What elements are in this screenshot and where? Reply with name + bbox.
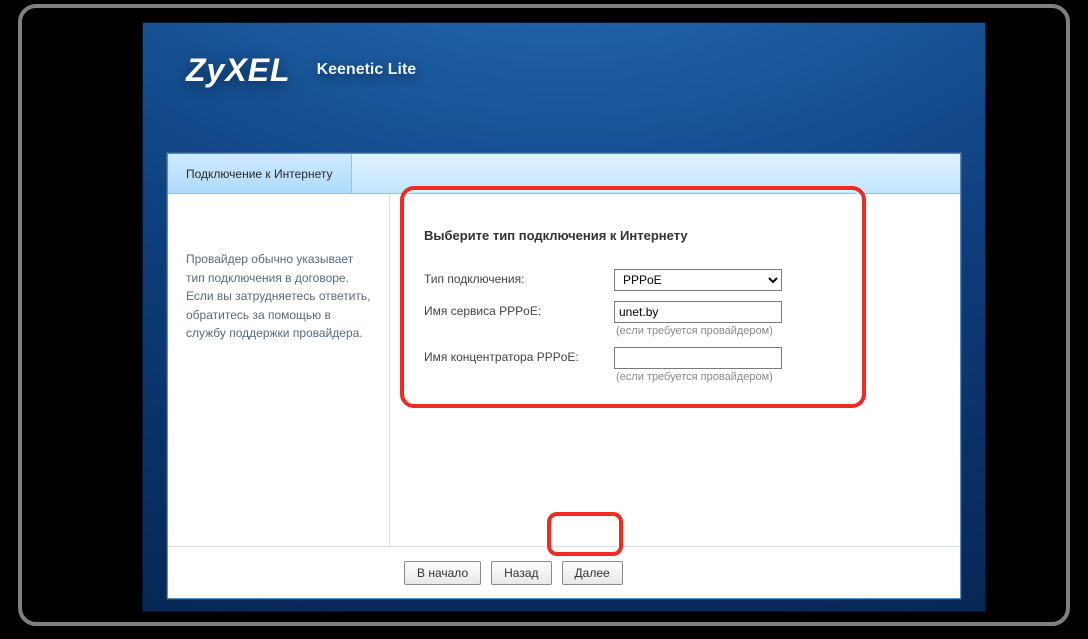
- screenshot-frame: ZyXEL Keenetic Lite Подключение к Интерн…: [18, 4, 1070, 626]
- section-title: Выберите тип подключения к Интернету: [424, 228, 930, 243]
- pppoe-service-input[interactable]: [614, 301, 782, 323]
- tabs: Подключение к Интернету: [168, 154, 960, 194]
- label-pppoe-service: Имя сервиса PPPoE:: [424, 301, 614, 318]
- connection-type-select[interactable]: PPPoE: [614, 269, 782, 291]
- header: ZyXEL Keenetic Lite: [142, 22, 986, 118]
- row-pppoe-service: Имя сервиса PPPoE: (если требуется прова…: [424, 301, 930, 337]
- sidebar-help: Провайдер обычно указывает тип подключен…: [168, 194, 390, 546]
- wizard-content: Выберите тип подключения к Интернету Тип…: [390, 194, 960, 546]
- next-button[interactable]: Далее: [562, 561, 623, 585]
- pppoe-concentrator-input[interactable]: [614, 347, 782, 369]
- router-admin-window: ZyXEL Keenetic Lite Подключение к Интерн…: [142, 22, 986, 612]
- wizard-footer: В начало Назад Далее: [168, 546, 960, 598]
- home-button[interactable]: В начало: [404, 561, 481, 585]
- label-pppoe-concentrator: Имя концентратора PPPoE:: [424, 347, 614, 364]
- brand-logo: ZyXEL: [186, 52, 291, 89]
- hint-pppoe-service: (если требуется провайдером): [616, 325, 782, 337]
- row-pppoe-concentrator: Имя концентратора PPPoE: (если требуется…: [424, 347, 930, 383]
- tab-internet-connection[interactable]: Подключение к Интернету: [168, 154, 352, 193]
- model-name: Keenetic Lite: [317, 61, 417, 79]
- tab-label: Подключение к Интернету: [186, 167, 333, 181]
- row-connection-type: Тип подключения: PPPoE: [424, 269, 930, 291]
- help-text: Провайдер обычно указывает тип подключен…: [186, 250, 371, 343]
- label-connection-type: Тип подключения:: [424, 269, 614, 286]
- hint-pppoe-concentrator: (если требуется провайдером): [616, 371, 782, 383]
- panel-body: Провайдер обычно указывает тип подключен…: [168, 194, 960, 546]
- wizard-panel: Подключение к Интернету Провайдер обычно…: [168, 154, 960, 598]
- back-button[interactable]: Назад: [491, 561, 551, 585]
